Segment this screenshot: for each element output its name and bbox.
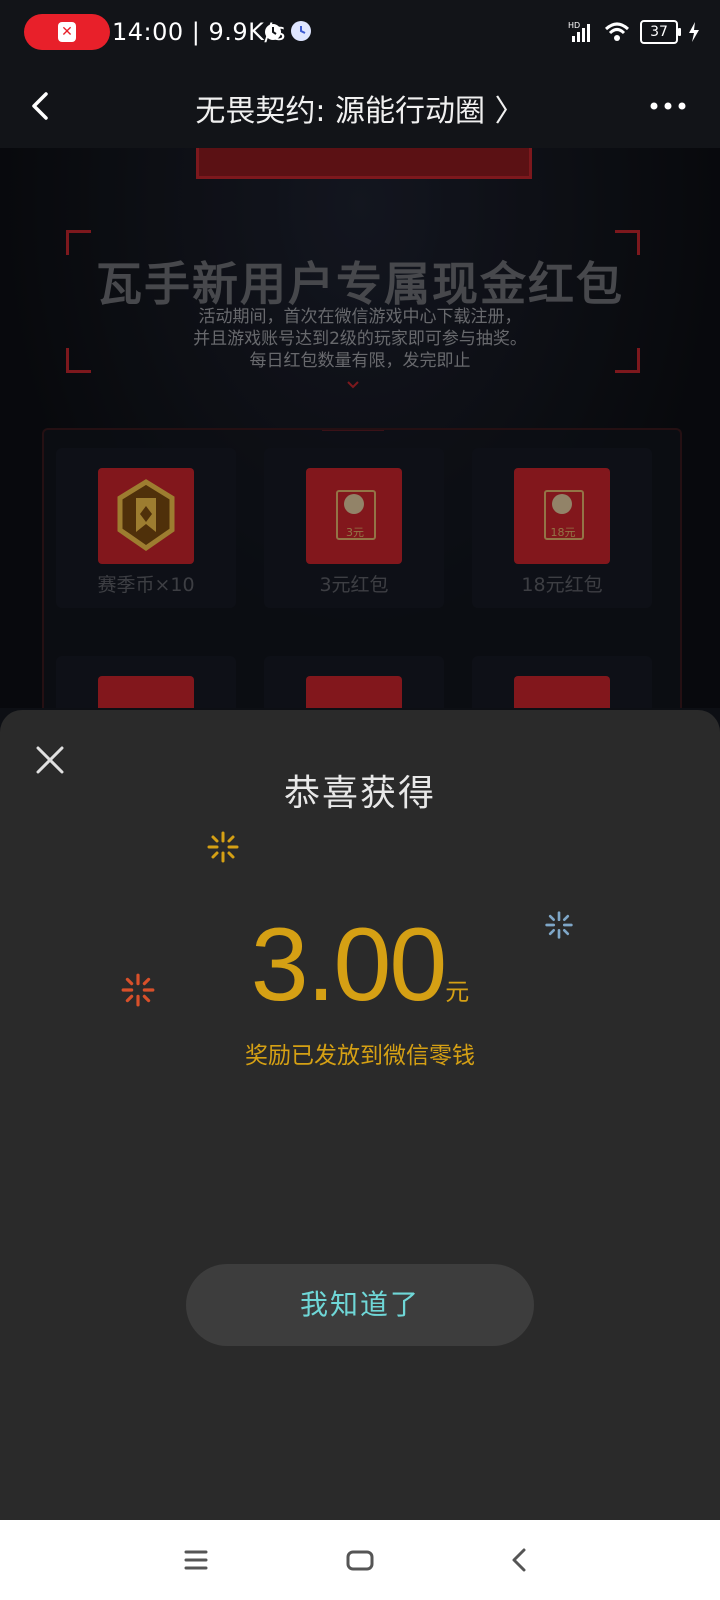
page-title[interactable]: 无畏契约: 源能行动圈 〉 xyxy=(0,86,720,130)
home-icon[interactable] xyxy=(340,1540,380,1580)
reward-message: 奖励已发放到微信零钱 xyxy=(245,1043,475,1069)
nav-back-icon[interactable] xyxy=(500,1540,540,1580)
wifi-icon xyxy=(604,22,630,41)
amount-value: 3.00 xyxy=(250,907,447,1023)
alarm-icon xyxy=(265,24,281,40)
dialog-title: 恭喜获得 xyxy=(283,773,436,814)
more-options-icon[interactable] xyxy=(646,86,690,126)
battery-icon: 37 xyxy=(640,20,681,44)
signal-icon: HD xyxy=(568,21,590,42)
sparkle-icon xyxy=(207,831,239,863)
menu-icon[interactable] xyxy=(176,1540,216,1580)
modal-backdrop[interactable] xyxy=(0,148,720,708)
reward-dialog: 恭喜获得 3.00元 奖励已发放到微信零钱 我知道了 xyxy=(0,710,720,1520)
system-nav-bar xyxy=(0,1520,720,1600)
title-bar: 无畏契约: 源能行动圈 〉 xyxy=(0,64,720,148)
record-stop-icon: ✕ xyxy=(58,22,76,42)
amount-unit: 元 xyxy=(445,978,470,1006)
battery-level: 37 xyxy=(650,24,668,40)
screen-record-indicator[interactable]: ✕ xyxy=(24,14,110,50)
charging-icon xyxy=(689,22,699,42)
status-time-speed: 14:00 | 9.9K/s xyxy=(112,18,287,46)
confirm-button[interactable]: 我知道了 xyxy=(186,1264,534,1346)
reward-amount: 3.00元 xyxy=(0,906,720,1025)
status-bar: ✕ 14:00 | 9.9K/s HD 37 xyxy=(0,0,720,64)
network-type-label: HD xyxy=(568,21,580,30)
clock-app-icon xyxy=(291,21,311,41)
